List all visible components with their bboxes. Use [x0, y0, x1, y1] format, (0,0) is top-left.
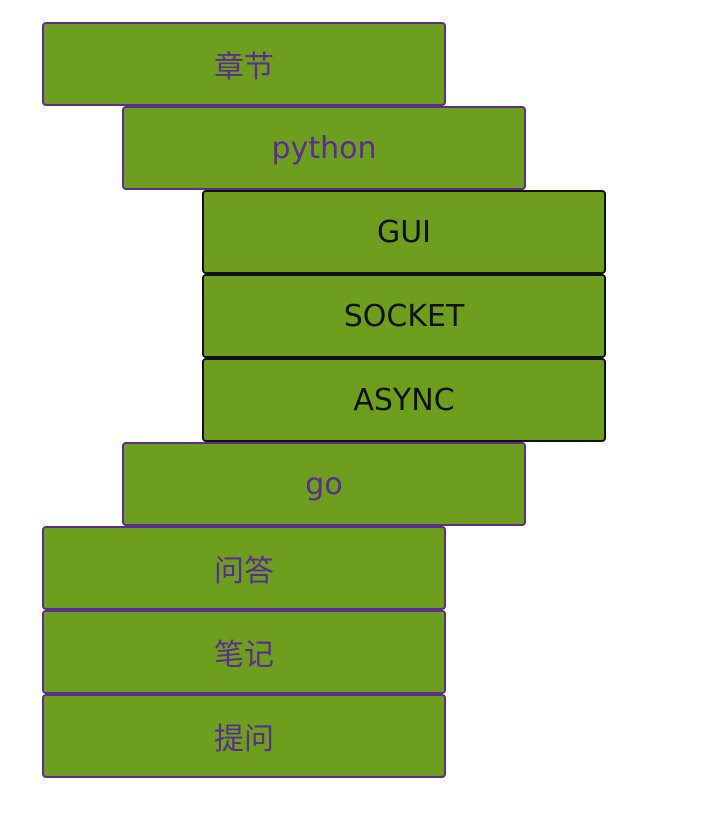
menu-item-async[interactable]: ASYNC	[202, 358, 606, 442]
menu-item-python[interactable]: python	[122, 106, 526, 190]
menu-item-chapter[interactable]: 章节	[42, 22, 446, 106]
menu-item-socket[interactable]: SOCKET	[202, 274, 606, 358]
menu-item-ask[interactable]: 提问	[42, 694, 446, 778]
menu-item-notes[interactable]: 笔记	[42, 610, 446, 694]
menu-item-go[interactable]: go	[122, 442, 526, 526]
menu-item-qa[interactable]: 问答	[42, 526, 446, 610]
menu-item-gui[interactable]: GUI	[202, 190, 606, 274]
